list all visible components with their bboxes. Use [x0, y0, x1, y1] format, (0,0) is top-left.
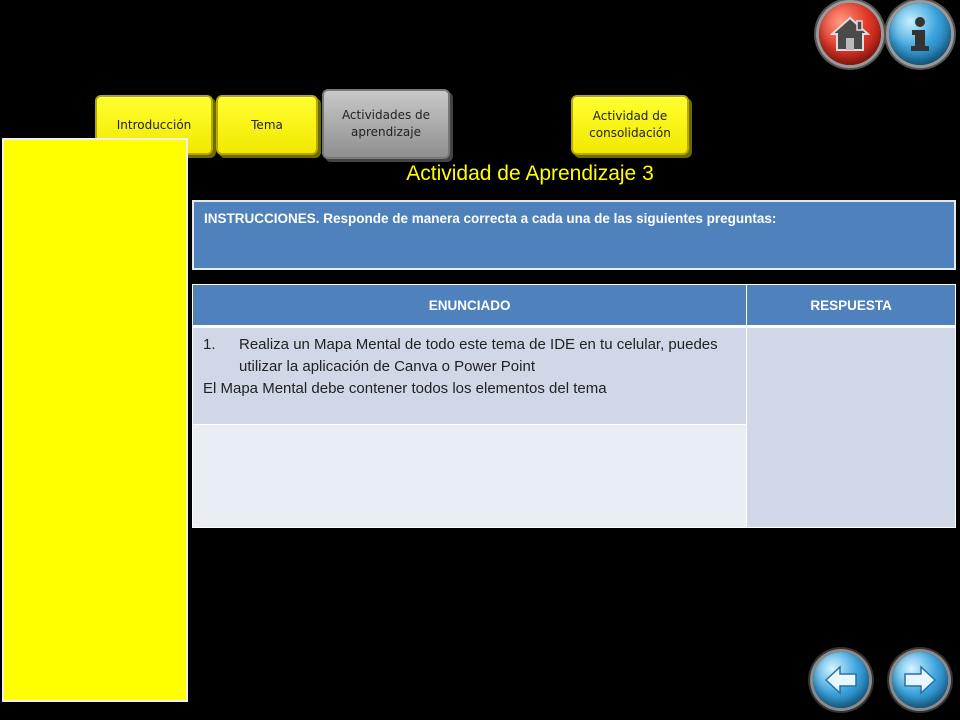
info-icon — [911, 17, 929, 51]
question-text: Realiza un Mapa Mental de todo este tema… — [239, 336, 718, 375]
tab-actividad-de-consolidacion[interactable]: Actividad de consolidación — [571, 95, 689, 155]
tab-consolidacion-label: Actividad de consolidación — [589, 109, 671, 140]
tab-introduccion-label: Introducción — [116, 117, 192, 132]
question-number: 1. — [203, 336, 216, 353]
page-title: Actividad de Aprendizaje 3 — [406, 162, 654, 185]
answer-cell[interactable] — [746, 326, 956, 528]
tab-tema[interactable]: Tema — [216, 95, 318, 155]
question-cell: 1. Realiza un Mapa Mental de todo este t… — [191, 326, 748, 425]
tab-actividades-de-aprendizaje[interactable]: Actividades de aprendizaje — [322, 89, 450, 159]
previous-button[interactable] — [813, 652, 869, 708]
header-enunciado: ENUNCIADO — [191, 284, 748, 328]
question-note: El Mapa Mental debe contener todos los e… — [203, 380, 607, 397]
next-button[interactable] — [892, 652, 948, 708]
instructions-box: INSTRUCCIONES. Responde de manera correc… — [192, 200, 956, 270]
home-button[interactable] — [819, 3, 881, 65]
sidebar-panel — [2, 138, 188, 702]
table-header-row: ENUNCIADO RESPUESTA — [191, 284, 956, 328]
home-icon — [830, 16, 870, 51]
header-respuesta: RESPUESTA — [746, 284, 956, 328]
question-item: 1. Realiza un Mapa Mental de todo este t… — [203, 334, 736, 378]
table-row: 1. Realiza un Mapa Mental de todo este t… — [191, 326, 956, 528]
info-button[interactable] — [889, 3, 951, 65]
tab-tema-label: Tema — [251, 117, 283, 132]
empty-cell — [191, 424, 748, 528]
tab-actividades-label: Actividades de aprendizaje — [341, 108, 431, 139]
activity-table: ENUNCIADO RESPUESTA 1. Realiza un Mapa M… — [191, 284, 956, 528]
arrow-right-icon — [904, 665, 937, 695]
instructions-text: INSTRUCCIONES. Responde de manera correc… — [204, 211, 777, 226]
arrow-left-icon — [824, 665, 857, 695]
